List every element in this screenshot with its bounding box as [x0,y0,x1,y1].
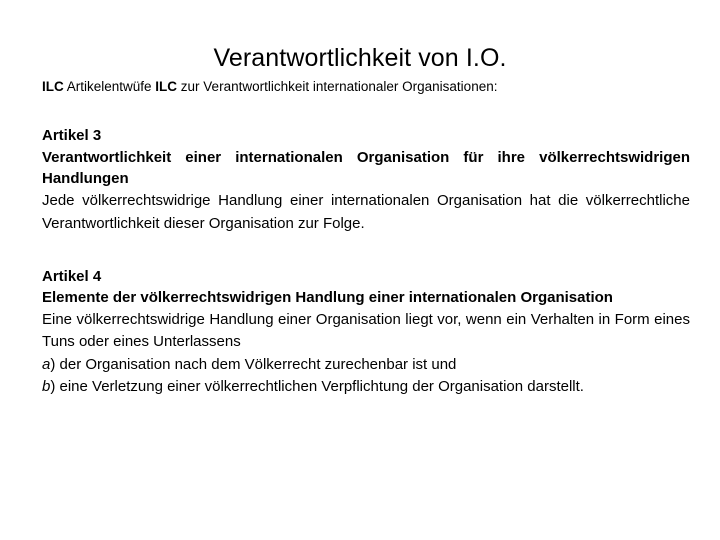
article-paragraph-4-1: Eine völkerrechtswidrige Handlung einer … [42,310,690,351]
page-title: Verantwortlichkeit von I.O. [213,43,507,72]
subtitle-middle: Artikelentwüfe [63,79,156,94]
article-rubric-4: Elemente der völkerrechtswidrigen Handlu… [42,288,613,306]
subtitle-lead-bold: ILC [42,79,64,94]
article-heading-3: Artikel 3 [42,127,102,145]
article-block-4: Artikel 4 Elemente der völkerrechtswidri… [42,266,690,400]
article-paragraph-3-1: Jede völkerrechtswidrige Handlung einer … [42,192,690,232]
subtitle-line: ILC Artikelentwüfe ILC zur Verantwortlic… [42,78,690,96]
slide-body: ILC Artikelentwüfe ILC zur Verantwortlic… [42,78,690,399]
slide: Verantwortlichkeit von I.O. ILC Artikele… [0,0,720,540]
subtitle-tail: zur Verantwortlichkeit internationaler O… [177,79,498,94]
article-rubric-3: Verantwortlichkeit einer internationalen… [42,148,690,188]
article-item-a: a) der Organisation nach dem Völkerrecht… [42,354,690,377]
article-item-b: b) eine Verletzung einer völkerrechtlich… [42,376,690,399]
item-text-b: eine Verletzung einer völkerrechtlichen … [55,378,584,396]
article-block-3: Artikel 3 Verantwortlichkeit einer inter… [42,125,690,235]
subtitle-second-bold: ILC [155,79,178,94]
item-text-a: der Organisation nach dem Völkerrecht zu… [55,355,457,373]
article-heading-4: Artikel 4 [42,267,102,285]
